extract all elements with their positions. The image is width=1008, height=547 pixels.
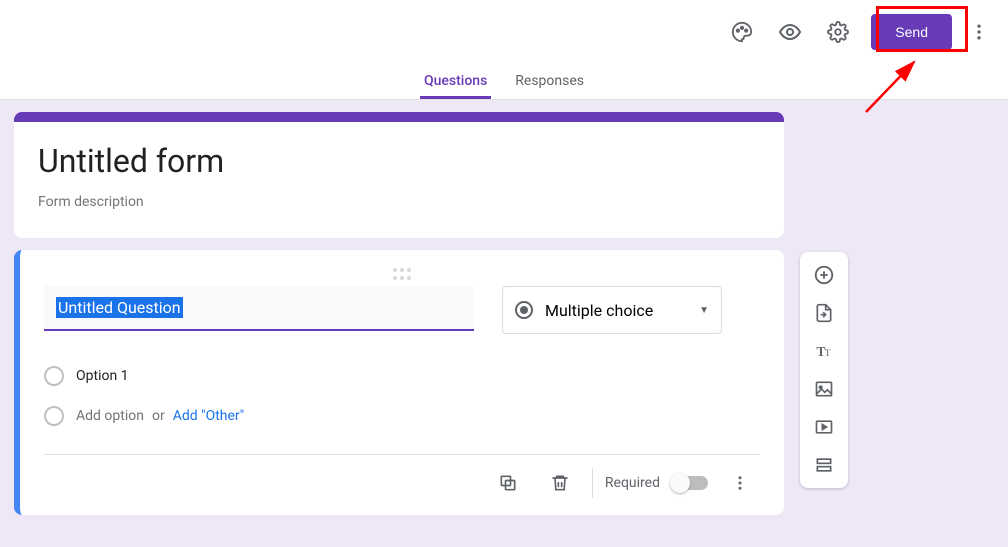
palette-icon[interactable] bbox=[721, 11, 763, 53]
question-footer: Required bbox=[44, 454, 760, 503]
question-type-select[interactable]: Multiple choice ▼ bbox=[502, 286, 722, 334]
preview-icon[interactable] bbox=[769, 11, 811, 53]
question-title-input[interactable]: Untitled Question bbox=[44, 286, 474, 331]
import-icon[interactable] bbox=[804, 296, 844, 330]
divider bbox=[592, 468, 593, 498]
add-option-row: Add option or Add "Other" bbox=[44, 396, 760, 436]
add-video-icon[interactable] bbox=[804, 410, 844, 444]
radio-icon bbox=[44, 366, 64, 386]
more-icon[interactable] bbox=[720, 463, 760, 503]
add-title-icon[interactable]: TT bbox=[804, 334, 844, 368]
add-section-icon[interactable] bbox=[804, 448, 844, 482]
add-question-icon[interactable] bbox=[804, 258, 844, 292]
settings-icon[interactable] bbox=[817, 11, 859, 53]
chevron-down-icon: ▼ bbox=[699, 305, 709, 316]
duplicate-icon[interactable] bbox=[488, 463, 528, 503]
radio-icon bbox=[44, 406, 64, 426]
option-text[interactable]: Option 1 bbox=[76, 368, 129, 384]
tabs: Questions Responses bbox=[0, 64, 1008, 100]
options-list: Option 1 Add option or Add "Other" bbox=[44, 356, 760, 436]
title-card[interactable]: Untitled form Form description bbox=[14, 112, 784, 238]
question-title-text: Untitled Question bbox=[56, 297, 183, 318]
side-toolbar: TT bbox=[800, 252, 848, 488]
delete-icon[interactable] bbox=[540, 463, 580, 503]
form-description[interactable]: Form description bbox=[38, 194, 760, 210]
add-image-icon[interactable] bbox=[804, 372, 844, 406]
question-title-wrap: Untitled Question bbox=[44, 286, 474, 331]
more-icon[interactable] bbox=[958, 11, 1000, 53]
radio-icon bbox=[515, 301, 533, 319]
required-toggle[interactable] bbox=[672, 476, 708, 490]
send-button[interactable]: Send bbox=[871, 14, 952, 50]
tab-questions[interactable]: Questions bbox=[420, 73, 491, 99]
or-label: or bbox=[152, 408, 165, 424]
tab-responses[interactable]: Responses bbox=[511, 73, 588, 99]
workspace: Untitled form Form description Untitled … bbox=[0, 100, 1008, 547]
add-other-link[interactable]: Add "Other" bbox=[173, 408, 245, 424]
svg-text:T: T bbox=[825, 348, 831, 358]
header: Send bbox=[0, 0, 1008, 64]
question-card[interactable]: Untitled Question Multiple choice ▼ Opti… bbox=[14, 250, 784, 515]
form-title[interactable]: Untitled form bbox=[38, 142, 760, 180]
drag-handle-icon[interactable] bbox=[390, 268, 414, 280]
question-type-label: Multiple choice bbox=[545, 301, 653, 320]
add-option-link[interactable]: Add option bbox=[76, 408, 144, 424]
option-row[interactable]: Option 1 bbox=[44, 356, 760, 396]
required-label: Required bbox=[605, 475, 660, 491]
question-row: Untitled Question Multiple choice ▼ bbox=[44, 286, 760, 334]
